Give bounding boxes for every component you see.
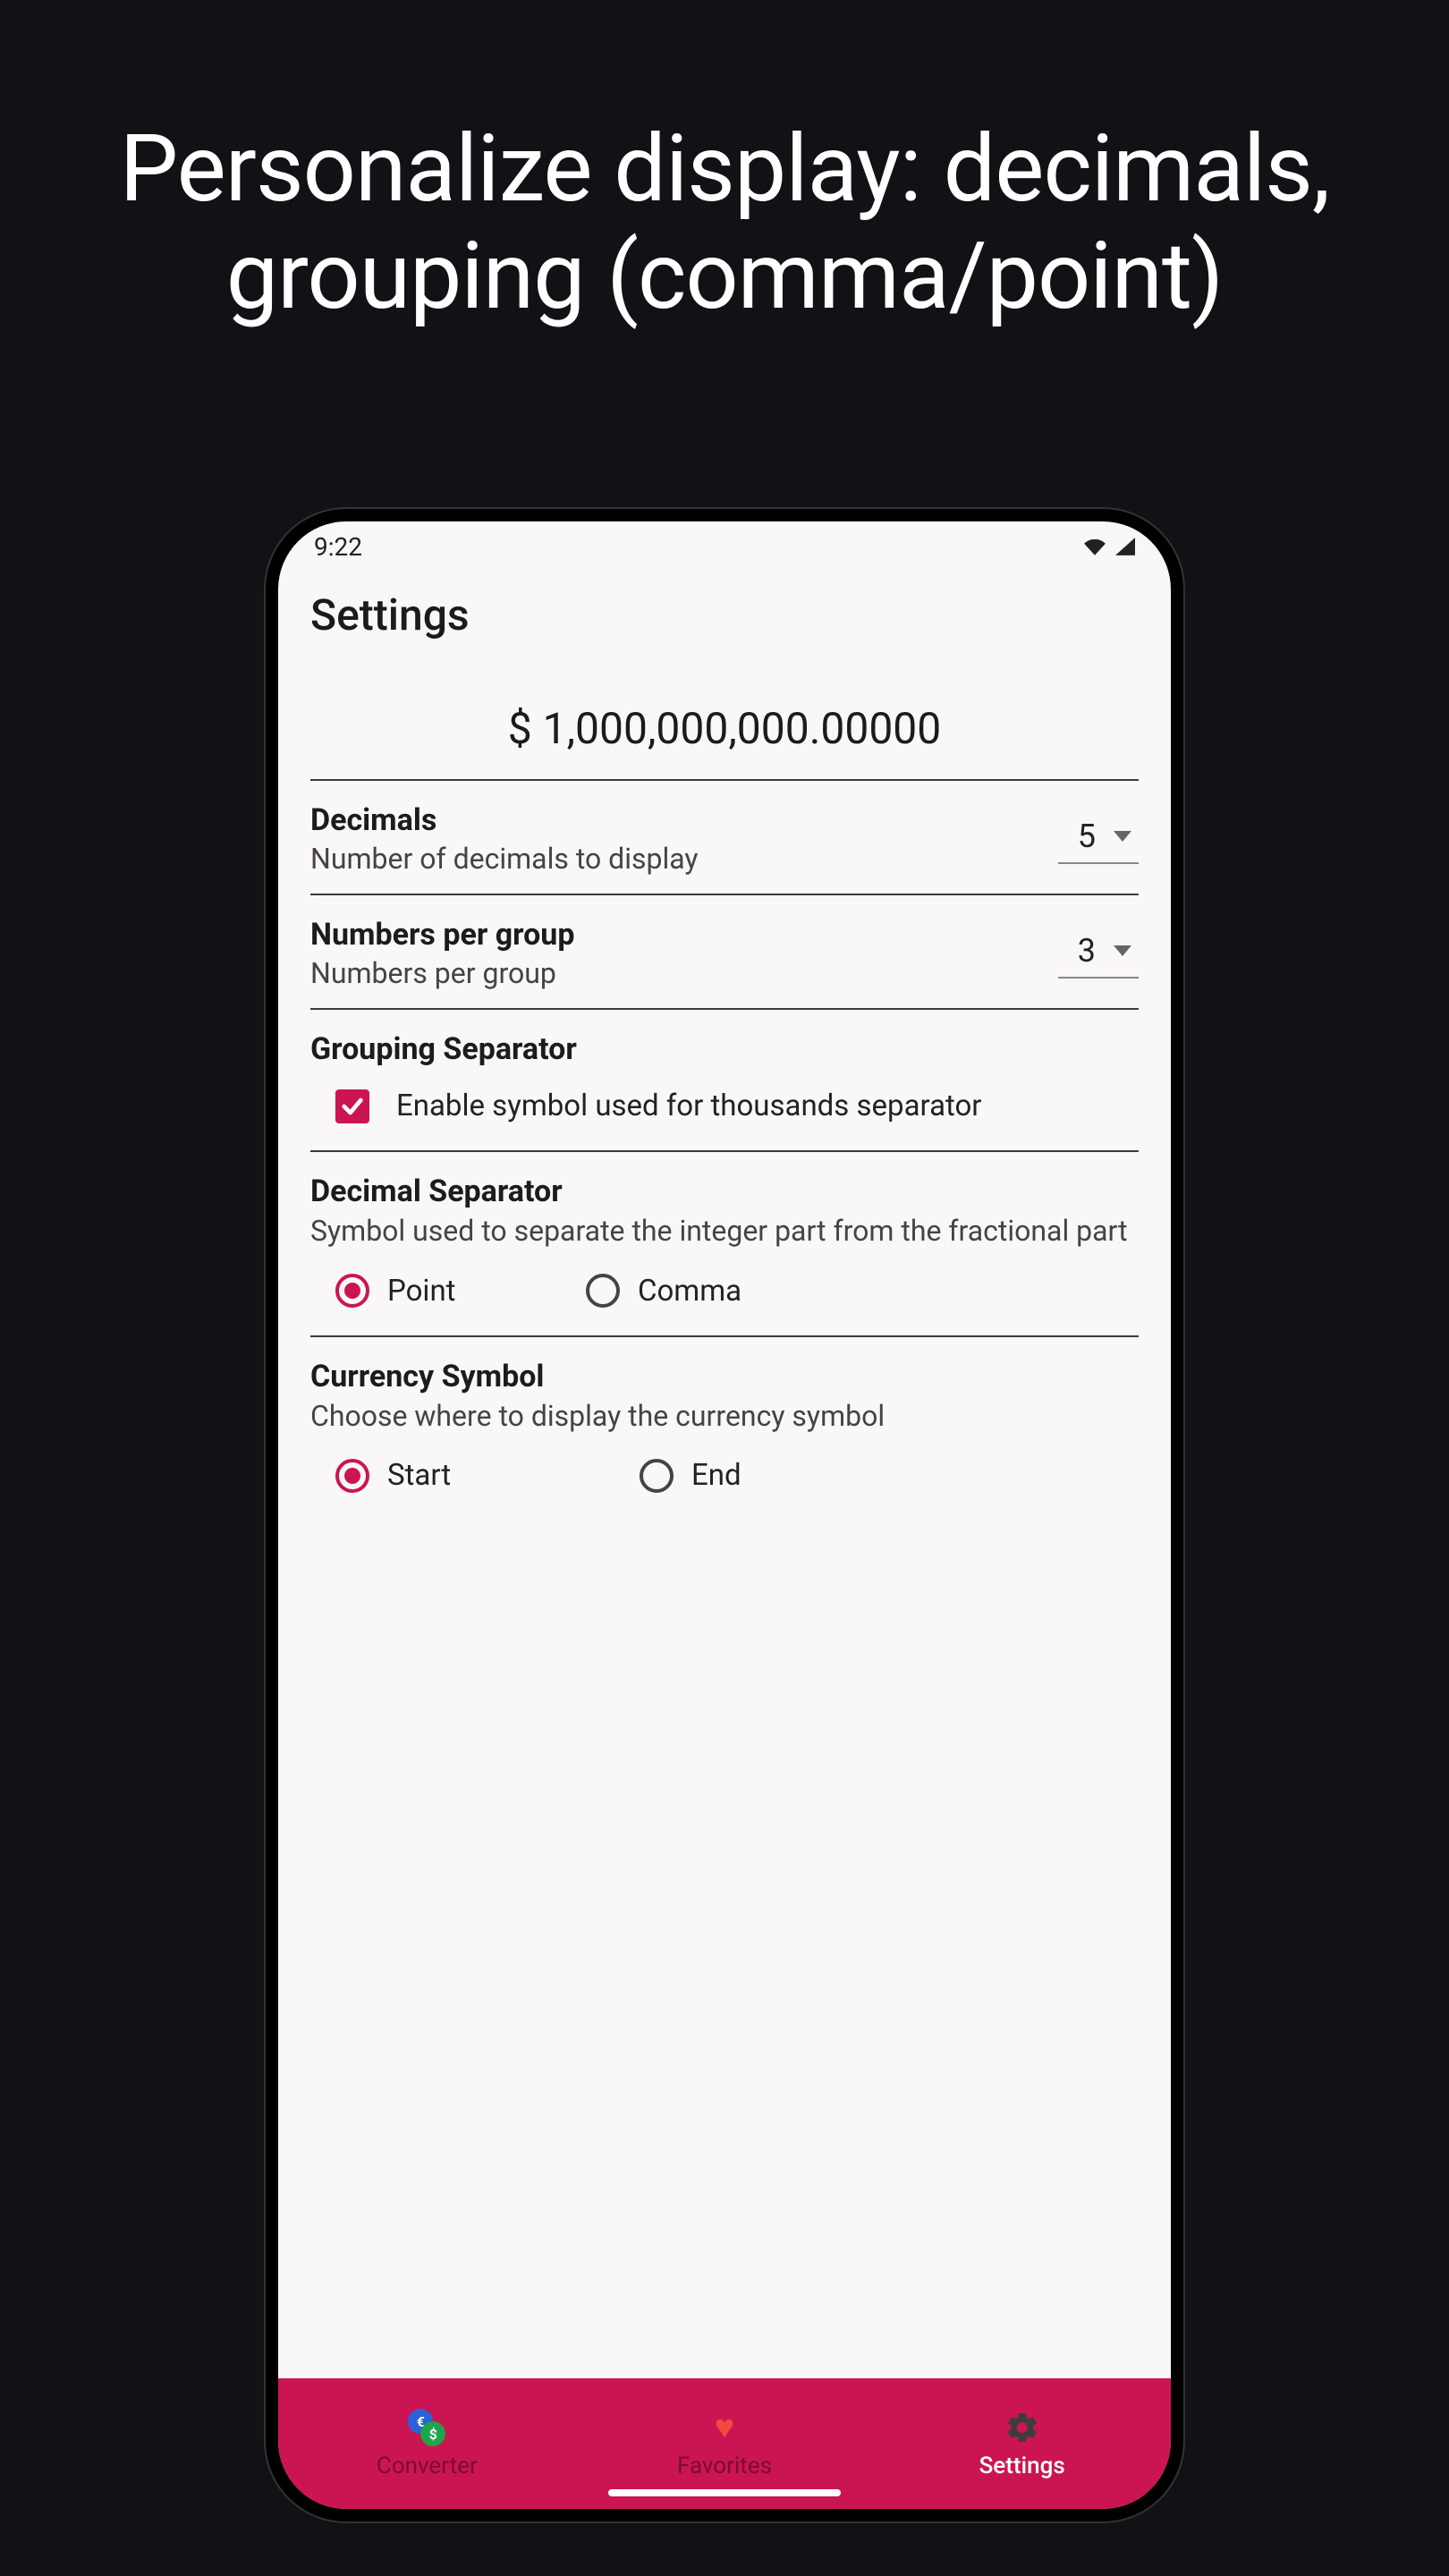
radio-end[interactable] (640, 1459, 674, 1493)
gear-icon (1003, 2408, 1042, 2447)
promo-line-2: grouping (comma/point) (226, 223, 1223, 331)
decsep-title: Decimal Separator (310, 1174, 1139, 1209)
decimals-label: Decimals (310, 802, 1058, 838)
cursym-sub: Choose where to display the currency sym… (310, 1398, 1139, 1436)
cursym-title: Currency Symbol (310, 1359, 1139, 1394)
grouping-separator-section: Grouping Separator Enable symbol used fo… (310, 1010, 1139, 1152)
converter-icon: €$ (407, 2408, 446, 2447)
settings-content: $ 1,000,000,000.00000 Decimals Number of… (278, 649, 1171, 2378)
decsep-sub: Symbol used to separate the integer part… (310, 1213, 1139, 1250)
status-bar: 9:22 (278, 521, 1171, 572)
page-title: Settings (278, 572, 1171, 649)
bottom-nav: €$ Converter ♥ Favorites Settings (278, 2378, 1171, 2509)
radio-start-label: Start (387, 1458, 451, 1493)
decsep-option-point[interactable]: Point (335, 1274, 541, 1309)
decimals-row: Decimals Number of decimals to display 5 (310, 781, 1139, 895)
decimals-sub: Number of decimals to display (310, 842, 1058, 876)
radio-point-label: Point (387, 1274, 455, 1309)
status-time: 9:22 (314, 532, 362, 562)
currency-symbol-section: Currency Symbol Choose where to display … (310, 1337, 1139, 1521)
groups-value: 3 (1078, 932, 1096, 970)
signal-icon (1115, 532, 1135, 562)
wifi-icon (1083, 532, 1106, 562)
radio-point[interactable] (335, 1274, 369, 1308)
groups-sub: Numbers per group (310, 956, 1058, 990)
nav-converter[interactable]: €$ Converter (278, 2378, 576, 2509)
groups-dropdown[interactable]: 3 (1058, 928, 1139, 979)
groups-label: Numbers per group (310, 917, 1058, 953)
phone-screen: 9:22 Settings $ 1,000,000,000.00000 Deci… (278, 521, 1171, 2509)
chevron-down-icon (1114, 945, 1131, 956)
promo-line-1: Personalize display: decimals, (120, 115, 1330, 224)
phone-frame: 9:22 Settings $ 1,000,000,000.00000 Deci… (266, 509, 1183, 2521)
radio-start[interactable] (335, 1459, 369, 1493)
decsep-option-comma[interactable]: Comma (586, 1274, 792, 1309)
decimals-dropdown[interactable]: 5 (1058, 814, 1139, 864)
radio-end-label: End (691, 1458, 741, 1493)
grouping-sep-checkbox-label: Enable symbol used for thousands separat… (396, 1089, 982, 1123)
nav-settings-label: Settings (979, 2453, 1065, 2479)
format-preview: $ 1,000,000,000.00000 (310, 703, 1139, 781)
numbers-per-group-row: Numbers per group Numbers per group 3 (310, 895, 1139, 1010)
cursym-option-start[interactable]: Start (335, 1458, 595, 1493)
cursym-option-end[interactable]: End (640, 1458, 845, 1493)
decimals-value: 5 (1078, 818, 1096, 855)
radio-comma-label: Comma (638, 1274, 741, 1309)
nav-settings[interactable]: Settings (873, 2378, 1171, 2509)
chevron-down-icon (1114, 831, 1131, 842)
radio-comma[interactable] (586, 1274, 620, 1308)
check-icon (340, 1094, 365, 1119)
home-indicator[interactable] (608, 2489, 841, 2496)
promo-headline: Personalize display: decimals, grouping … (120, 116, 1330, 330)
grouping-sep-option[interactable]: Enable symbol used for thousands separat… (310, 1089, 1139, 1123)
grouping-sep-checkbox[interactable] (335, 1089, 369, 1123)
decimal-separator-section: Decimal Separator Symbol used to separat… (310, 1152, 1139, 1337)
nav-favorites-label: Favorites (677, 2453, 772, 2479)
grouping-sep-title: Grouping Separator (310, 1031, 1139, 1067)
nav-converter-label: Converter (377, 2453, 478, 2479)
heart-icon: ♥ (705, 2408, 744, 2447)
